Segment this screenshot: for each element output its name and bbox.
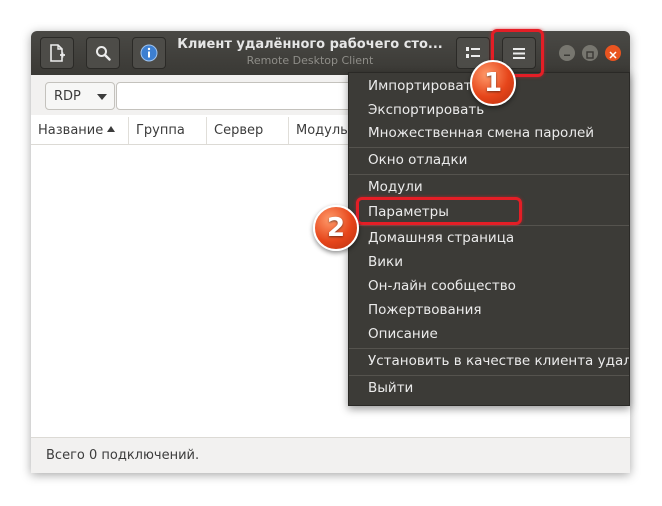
column-header-server[interactable]: Сервер bbox=[207, 117, 289, 144]
protocol-dropdown[interactable]: RDP bbox=[45, 82, 115, 110]
close-button[interactable] bbox=[605, 45, 621, 61]
menu-item-multi-password-change[interactable]: Множественная смена паролей bbox=[349, 122, 629, 144]
column-header-label: Группа bbox=[136, 123, 185, 138]
menu-item-homepage[interactable]: Домашняя страница bbox=[349, 227, 629, 249]
window-title-area: Клиент удалённого рабочего сто... Remote… bbox=[171, 36, 449, 68]
status-bar: Всего 0 подключений. bbox=[31, 437, 630, 473]
minimize-button[interactable] bbox=[559, 45, 575, 61]
column-header-name[interactable]: Название bbox=[31, 117, 129, 144]
column-header-label: Название bbox=[38, 123, 104, 138]
status-text: Всего 0 подключений. bbox=[46, 448, 200, 463]
menu-separator bbox=[349, 225, 629, 226]
maximize-button[interactable] bbox=[582, 45, 598, 61]
menu-item-about[interactable]: Описание bbox=[349, 323, 629, 345]
new-connection-button[interactable] bbox=[40, 37, 74, 69]
new-connection-icon bbox=[49, 44, 65, 62]
list-view-icon bbox=[466, 47, 480, 59]
column-header-group[interactable]: Группа bbox=[129, 117, 207, 144]
about-button[interactable] bbox=[132, 37, 166, 69]
search-icon bbox=[95, 45, 111, 61]
step-badge-1: 1 bbox=[470, 60, 516, 106]
highlight-preferences bbox=[356, 197, 522, 225]
sort-ascending-icon bbox=[107, 126, 116, 132]
column-header-label: Сервер bbox=[214, 123, 264, 138]
search-button[interactable] bbox=[86, 37, 120, 69]
menu-separator bbox=[349, 375, 629, 376]
column-header-label: Модуль bbox=[296, 123, 348, 138]
menu-item-donations[interactable]: Пожертвования bbox=[349, 299, 629, 321]
main-menu-popup: Импортировать Экспортировать Множественн… bbox=[348, 72, 630, 406]
menu-item-wiki[interactable]: Вики bbox=[349, 251, 629, 273]
menu-item-quit[interactable]: Выйти bbox=[349, 377, 629, 399]
protocol-value: RDP bbox=[54, 89, 81, 104]
close-icon bbox=[609, 44, 617, 63]
menu-separator bbox=[349, 174, 629, 175]
chevron-down-icon bbox=[97, 94, 107, 100]
step-badge-2: 2 bbox=[313, 205, 359, 251]
menu-separator bbox=[349, 147, 629, 148]
info-icon bbox=[140, 44, 158, 62]
menu-item-community[interactable]: Он-лайн сообщество bbox=[349, 275, 629, 297]
menu-item-debug-window[interactable]: Окно отладки bbox=[349, 149, 629, 171]
maximize-icon bbox=[586, 44, 594, 63]
minimize-icon bbox=[563, 44, 571, 63]
menu-item-set-default-client[interactable]: Установить в качестве клиента удалённого… bbox=[349, 350, 629, 372]
menu-separator bbox=[349, 348, 629, 349]
window-subtitle: Remote Desktop Client bbox=[246, 54, 374, 67]
window-title: Клиент удалённого рабочего сто... bbox=[177, 37, 443, 52]
menu-item-plugins[interactable]: Модули bbox=[349, 176, 629, 198]
